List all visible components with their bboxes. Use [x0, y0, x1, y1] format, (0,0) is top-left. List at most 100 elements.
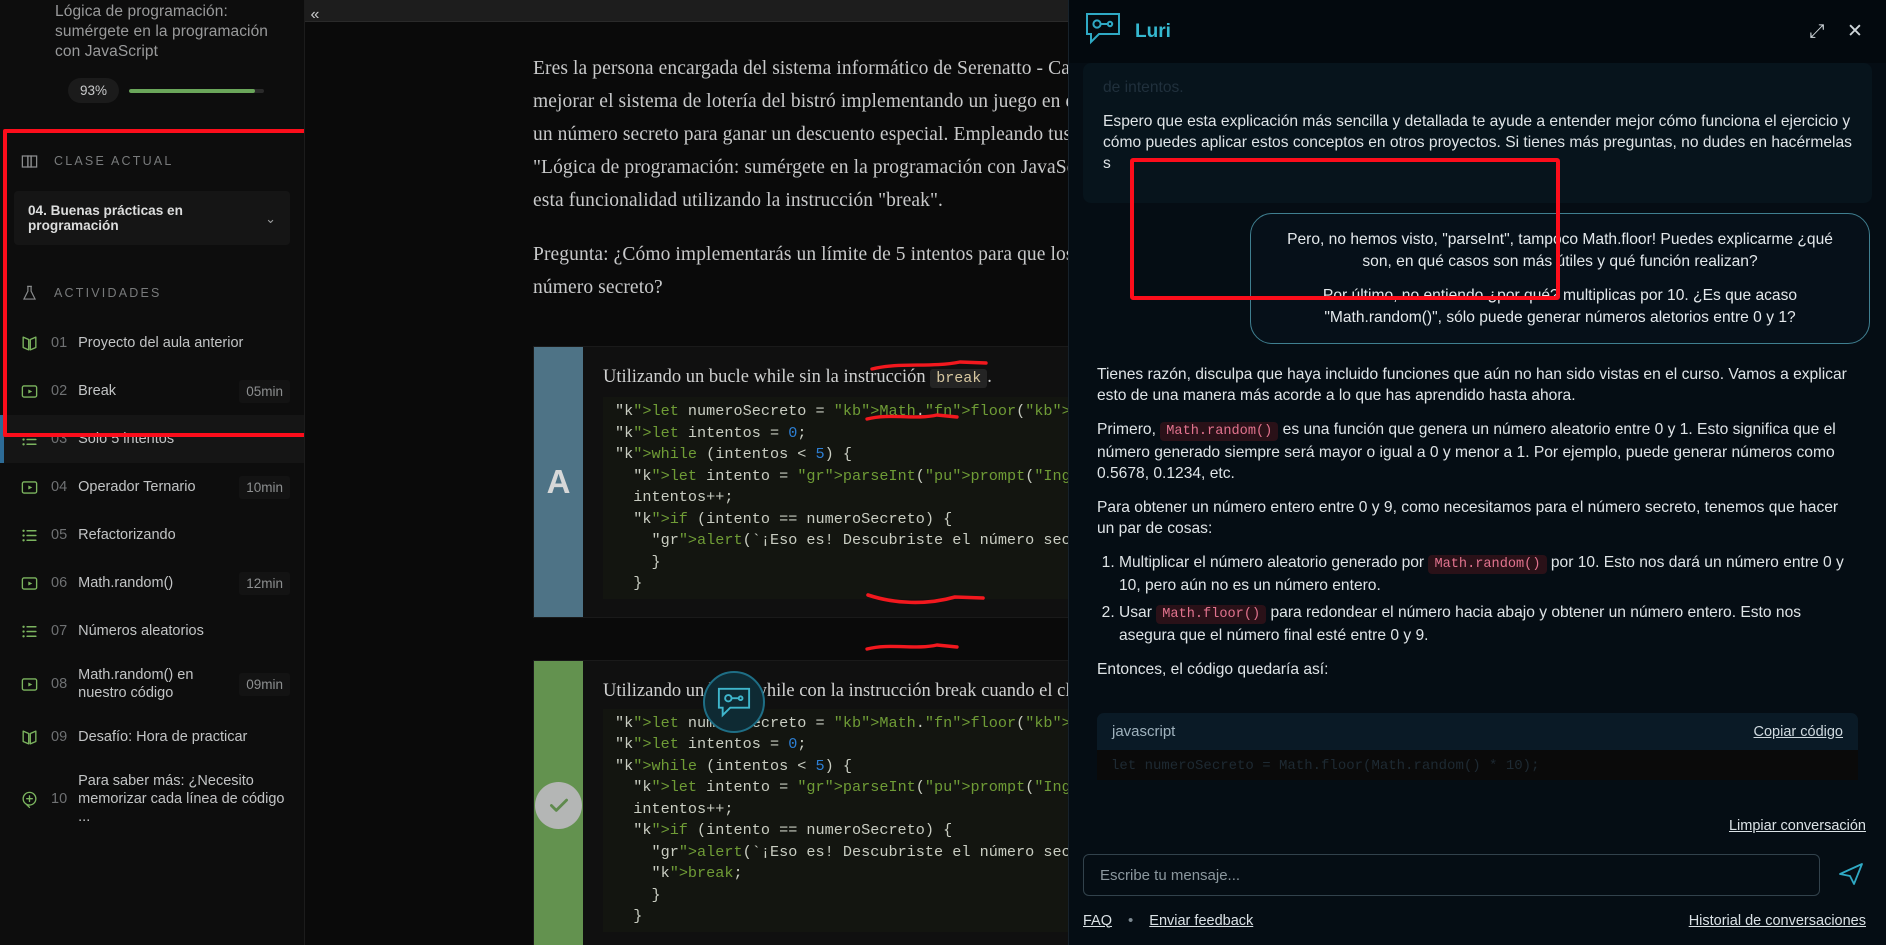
app-root: Lógica de programación: sumérgete en la … — [0, 0, 1886, 945]
luri-chat-panel: Luri ⤢ ✕ de intentos. Espero que esta ex… — [1068, 0, 1886, 945]
bot-reply-step-1: Multiplicar el número aleatorio generado… — [1119, 552, 1858, 596]
collapse-sidebar-button[interactable]: « — [298, 0, 332, 30]
bot-reply-steps: Multiplicar el número aleatorio generado… — [1119, 552, 1858, 646]
bot-message-reply: Tienes razón, disculpa que haya incluido… — [1083, 356, 1872, 707]
copy-code-button[interactable]: Copiar código — [1754, 724, 1843, 740]
close-chat-button[interactable]: ✕ — [1842, 19, 1868, 45]
current-class-section-header: CLASE ACTUAL — [0, 139, 304, 183]
book-icon — [18, 726, 40, 748]
current-class-name: 04. Buenas prácticas en programación — [28, 203, 183, 233]
activity-name: Desafío: Hora de practicar — [78, 729, 248, 745]
send-message-button[interactable] — [1834, 858, 1868, 893]
option-b-rail — [534, 660, 583, 945]
conversation-history-link[interactable]: Historial de conversaciones — [1689, 913, 1866, 929]
plus-circle-icon — [18, 788, 40, 810]
activity-item-03[interactable]: 03 Solo 5 intentos — [0, 415, 304, 463]
activity-item-08[interactable]: 08 Math.random() en nuestro código 09min — [0, 655, 304, 713]
activity-item-06[interactable]: 06 Math.random() 12min — [0, 559, 304, 607]
activity-name: Operador Ternario — [78, 479, 196, 495]
activity-name: Para saber más: ¿Necesito memorizar cada… — [78, 773, 285, 825]
current-class-selector[interactable]: 04. Buenas prácticas en programación ⌄ — [14, 191, 290, 245]
video-icon — [18, 673, 40, 695]
chat-footer: FAQ • Enviar feedback Historial de conve… — [1069, 902, 1886, 945]
progress-percent-badge: 93% — [68, 78, 120, 103]
faq-link[interactable]: FAQ — [1083, 913, 1112, 929]
luri-chat-icon — [1083, 11, 1123, 52]
send-feedback-link[interactable]: Enviar feedback — [1149, 913, 1253, 929]
option-a-rail: A — [534, 347, 583, 617]
activity-item-02[interactable]: 02 Break 05min — [0, 367, 304, 415]
book-icon — [18, 332, 40, 354]
video-icon — [18, 380, 40, 402]
chat-header: Luri ⤢ ✕ — [1069, 0, 1886, 63]
activity-name: Math.random() — [78, 575, 174, 591]
chat-input-row — [1069, 842, 1886, 902]
chat-messages[interactable]: de intentos. Espero que esta explicación… — [1069, 63, 1886, 842]
course-header: Lógica de programación: sumérgete en la … — [0, 0, 304, 103]
activity-name: Proyecto del aula anterior — [78, 335, 244, 351]
activity-name: Math.random() en nuestro código — [78, 667, 194, 701]
activity-name: Refactorizando — [78, 527, 176, 543]
bot-reply-paragraph-1: Tienes razón, disculpa que haya incluido… — [1097, 366, 1847, 404]
list-icon — [18, 620, 40, 642]
bot-message-previous-body: de intentos. Espero que esta explicación… — [1089, 69, 1866, 201]
flask-icon — [18, 282, 40, 304]
activity-duration: 05min — [239, 379, 290, 403]
list-icon — [18, 524, 40, 546]
option-a-title-code: break — [930, 369, 988, 388]
activity-number: 09 — [51, 729, 68, 745]
user-message-line-2: Por último, no entiendo ¿por qué? multip… — [1322, 287, 1798, 326]
current-class-label: CLASE ACTUAL — [54, 154, 174, 168]
user-message-line-1: Pero, no hemos visto, "parseInt", tampoc… — [1287, 231, 1833, 270]
bot-message-previous: de intentos. Espero que esta explicación… — [1083, 63, 1872, 203]
clear-conversation-button[interactable]: Limpiar conversación — [1729, 818, 1866, 834]
chat-message-input[interactable] — [1083, 854, 1820, 896]
activity-number: 03 — [51, 431, 68, 447]
bot-reply-paragraph-3: Para obtener un número entero entre 0 y … — [1097, 499, 1839, 537]
option-a-title-before: Utilizando un bucle while sin la instruc… — [603, 367, 926, 387]
list-icon — [18, 428, 40, 450]
course-title: Lógica de programación: sumérgete en la … — [55, 3, 269, 60]
activity-list: 01 Proyecto del aula anterior 02 Break 05min… — [0, 319, 304, 837]
activity-item-07[interactable]: 07 Números aleatorios — [0, 607, 304, 655]
progress-bar-track — [129, 88, 264, 93]
bot-message-clipped-line: de intentos. — [1103, 79, 1184, 96]
luri-chat-fab[interactable] — [703, 671, 765, 733]
activity-item-10[interactable]: 10 Para saber más: ¿Necesito memorizar ca… — [0, 761, 304, 837]
step-2-code: Math.floor() — [1156, 605, 1267, 624]
bot-reply-paragraph-2: Primero, Math.random() es una función qu… — [1097, 419, 1858, 484]
activity-number: 06 — [51, 575, 68, 591]
footer-separator-dot: • — [1128, 912, 1134, 929]
option-a-badge: A — [546, 462, 571, 500]
activity-item-01[interactable]: 01 Proyecto del aula anterior — [0, 319, 304, 367]
activity-item-04[interactable]: 04 Operador Ternario 10min — [0, 463, 304, 511]
book-open-icon — [18, 150, 40, 172]
activity-duration: 09min — [239, 672, 290, 696]
step-1-code: Math.random() — [1428, 555, 1547, 574]
activity-name: Solo 5 intentos — [78, 431, 175, 447]
course-sidebar: Lógica de programación: sumérgete en la … — [0, 0, 305, 945]
user-message-row: Pero, no hemos visto, "parseInt", tampoc… — [1083, 203, 1872, 356]
progress-bar-fill — [129, 88, 255, 93]
activities-section-header: ACTIVIDADES — [0, 273, 304, 313]
expand-chat-button[interactable]: ⤢ — [1804, 19, 1830, 45]
video-icon — [18, 572, 40, 594]
bot-reply-step-2: Usar Math.floor() para redondear el núme… — [1119, 602, 1858, 646]
activity-number: 05 — [51, 527, 68, 543]
activity-item-05[interactable]: 05 Refactorizando — [0, 511, 304, 559]
activity-duration: 12min — [239, 571, 290, 595]
activities-label: ACTIVIDADES — [54, 286, 162, 300]
activity-item-09[interactable]: 09 Desafío: Hora de practicar — [0, 713, 304, 761]
activity-duration: 10min — [239, 475, 290, 499]
activity-name: Números aleatorios — [78, 623, 204, 639]
chat-code-header: javascript Copiar código — [1097, 713, 1858, 750]
course-progress: 93% — [55, 78, 286, 103]
activity-number: 07 — [51, 623, 68, 639]
activity-number: 01 — [51, 335, 68, 351]
activity-number: 04 — [51, 479, 68, 495]
activity-name: Break — [78, 383, 117, 399]
video-icon — [18, 476, 40, 498]
bot-message-previous-text: Espero que esta explicación más sencilla… — [1103, 113, 1852, 172]
chat-code-block: javascript Copiar código let numeroSecre… — [1097, 713, 1858, 780]
option-a-title-after: . — [987, 367, 992, 387]
